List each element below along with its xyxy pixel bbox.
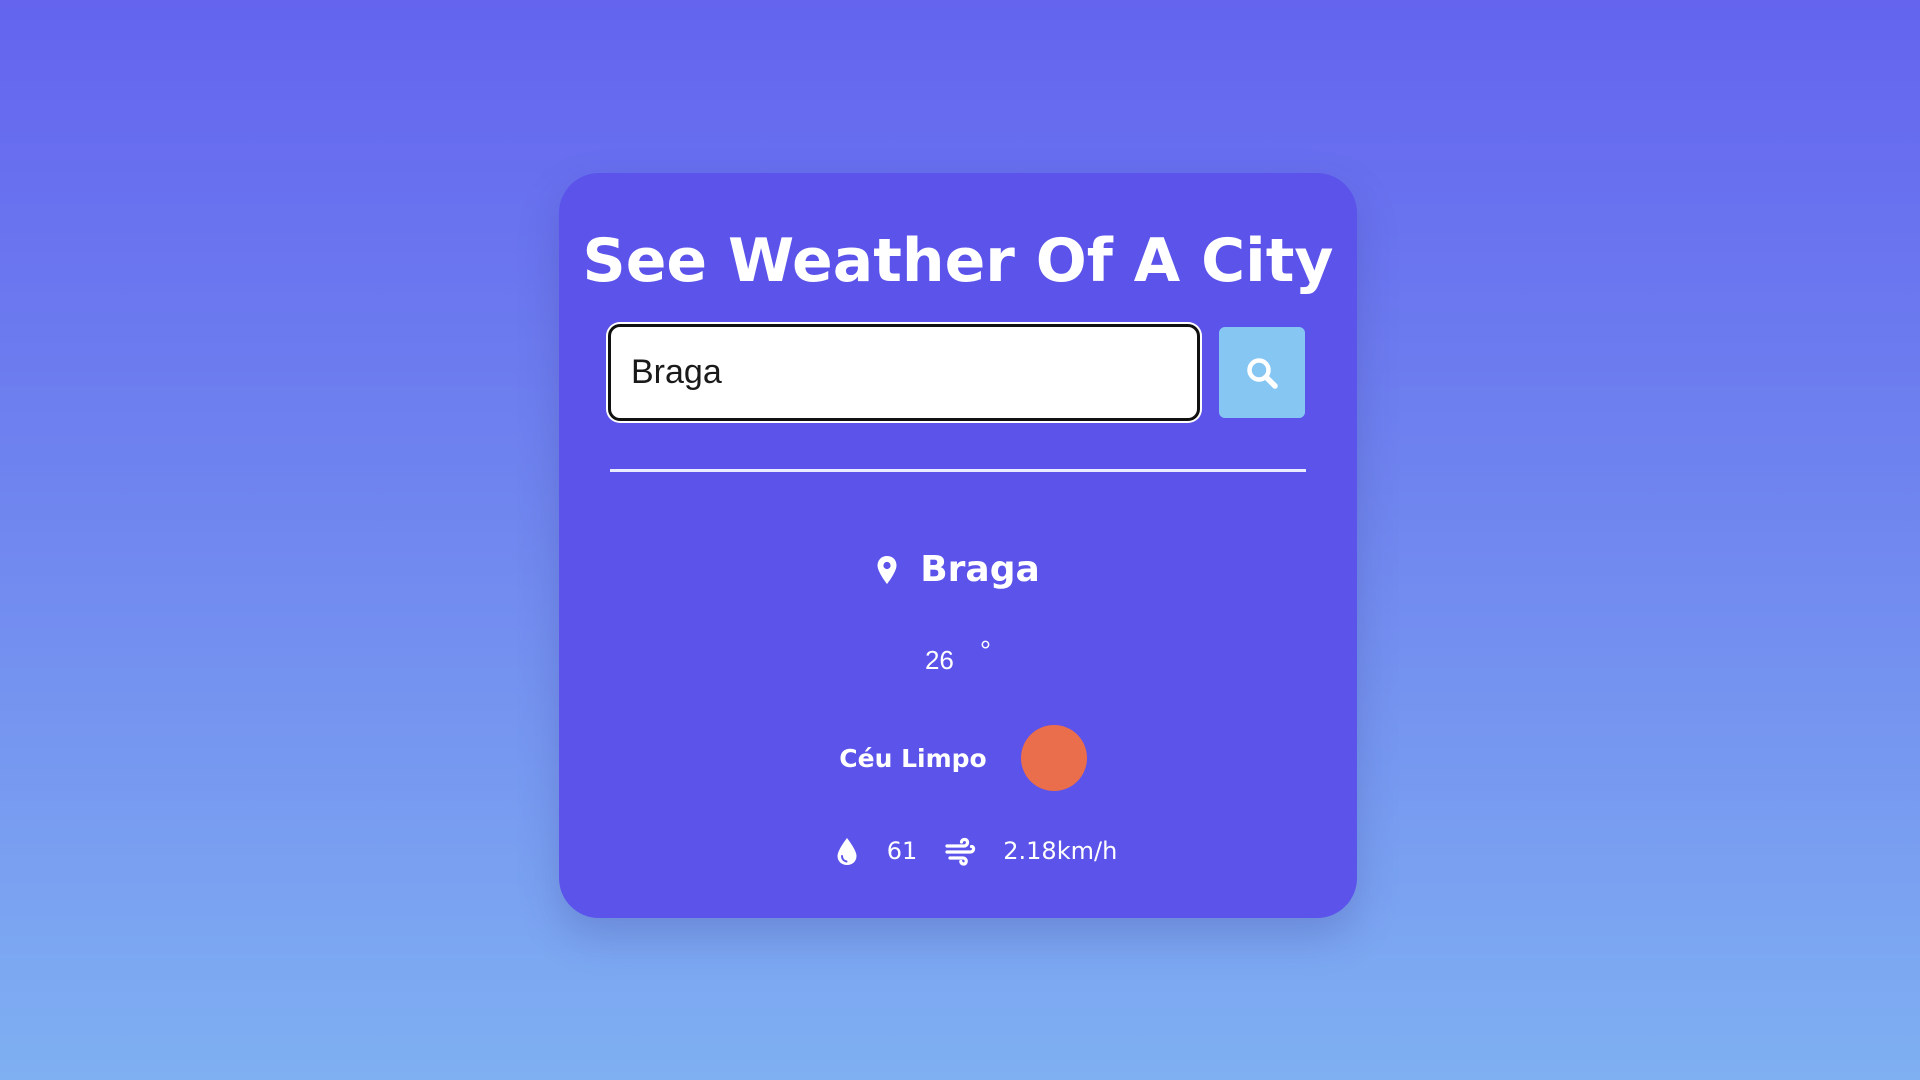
temperature-row: 26 ° <box>559 635 1357 677</box>
stats-row: 61 2.18km/h <box>559 836 1357 866</box>
search-icon <box>1245 356 1279 390</box>
page-title: See Weather Of A City <box>582 226 1334 296</box>
water-drop-icon <box>835 836 859 866</box>
wind-icon <box>945 836 977 866</box>
divider <box>610 469 1306 472</box>
temperature-value: 26 <box>924 645 954 675</box>
temperature-unit: ° <box>979 635 992 666</box>
humidity-value: 61 <box>886 837 918 865</box>
wind-speed-value: 2.18km/h <box>1003 837 1118 865</box>
location-row: Braga <box>559 549 1357 590</box>
weather-card: See Weather Of A City Braga 26 ° Céu Lim… <box>559 173 1357 918</box>
city-name: Braga <box>920 549 1040 590</box>
sun-dot-icon <box>1020 725 1087 791</box>
map-pin-icon <box>876 555 898 585</box>
city-search-input[interactable] <box>608 324 1200 421</box>
search-button[interactable] <box>1219 327 1305 418</box>
condition-row: Céu Limpo <box>559 725 1357 791</box>
weather-description: Céu Limpo <box>839 743 987 773</box>
